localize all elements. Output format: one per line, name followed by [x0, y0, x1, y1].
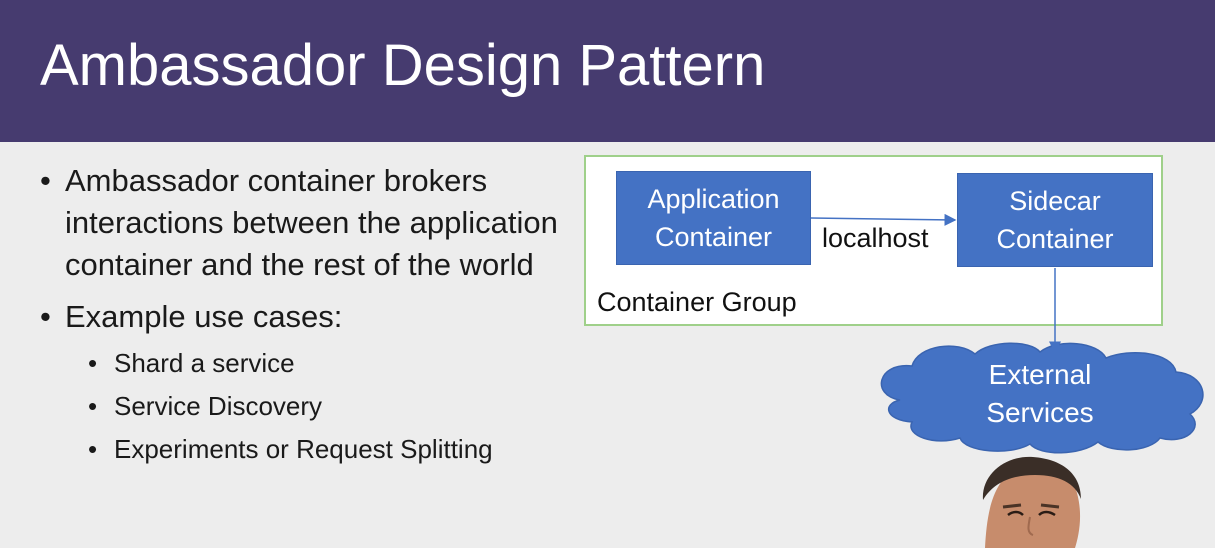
external-services-label: External Services [960, 356, 1120, 432]
localhost-arrow [810, 213, 957, 226]
external-node-line1: External [988, 359, 1092, 390]
presenter-webcam-image [982, 456, 1081, 548]
external-node-line2: Services [986, 397, 1094, 428]
